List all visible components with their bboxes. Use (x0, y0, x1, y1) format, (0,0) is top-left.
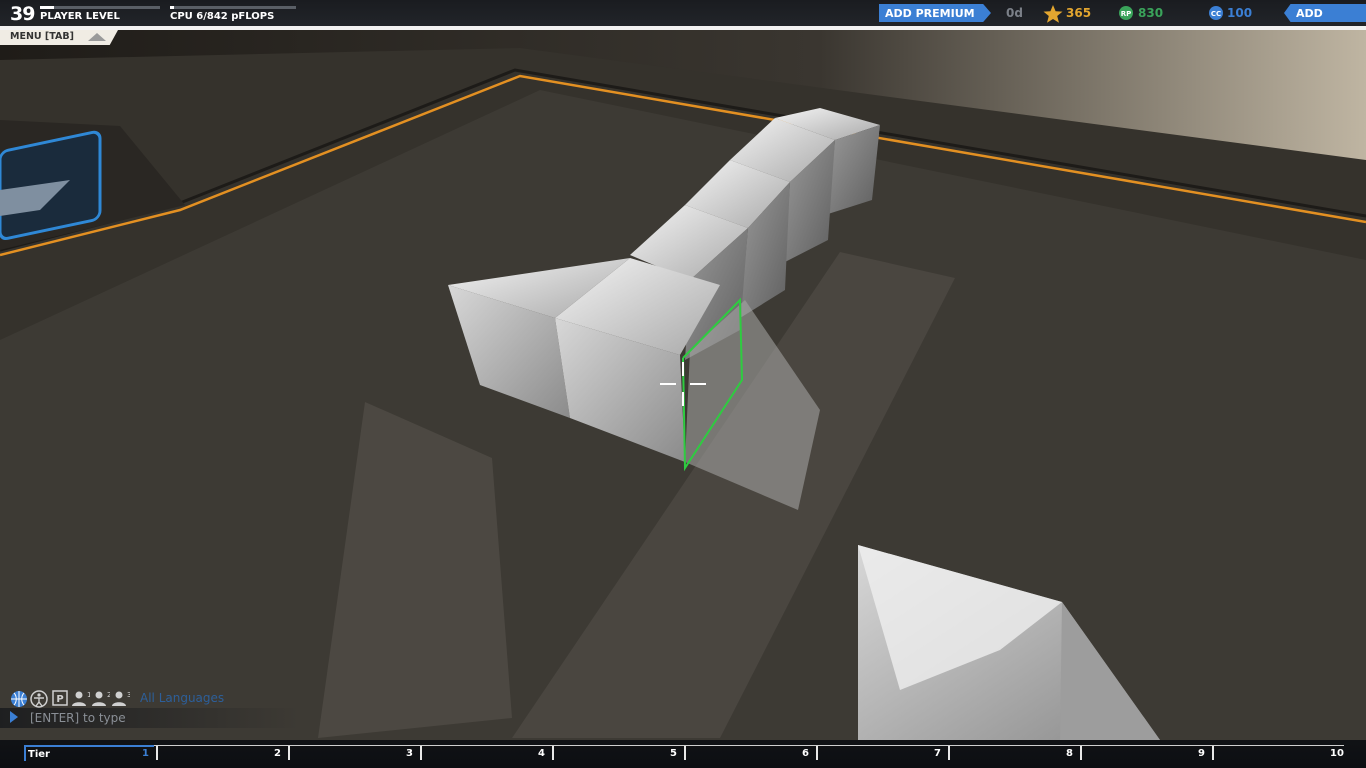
tier-number: 8 (1066, 748, 1073, 759)
chat-language-selector[interactable]: All Languages (140, 691, 224, 705)
chat-input[interactable]: [ENTER] to type (30, 711, 126, 725)
tier-segment[interactable] (684, 746, 814, 760)
premium-time: 0d (1006, 6, 1023, 20)
star-icon (1043, 5, 1063, 23)
tier-segment[interactable] (1212, 746, 1342, 760)
party-3-icon[interactable]: 3 (112, 690, 131, 710)
star-value: 365 (1066, 6, 1092, 20)
svg-text:P: P (56, 694, 63, 705)
cpu-usage-bar (170, 6, 296, 9)
cosmetic-credits-value: 100 (1227, 6, 1253, 20)
currency-cosmetic-credits: CC 100 (1208, 5, 1268, 23)
cpu-label: CPU 6/842 pFLOPS (170, 11, 275, 22)
tier-number: 6 (802, 748, 809, 759)
tier-number: 2 (274, 748, 281, 759)
robit-points-icon: RP (1119, 6, 1133, 20)
tier-segment[interactable] (1080, 746, 1210, 760)
tier-segment[interactable] (288, 746, 418, 760)
add-premium-button[interactable]: ADD PREMIUM (879, 4, 991, 22)
tier-number: 10 (1330, 748, 1344, 759)
tier-segment[interactable] (24, 745, 154, 761)
tier-segment[interactable] (420, 746, 550, 760)
svg-text:2: 2 (107, 691, 110, 699)
svg-text:1: 1 (87, 691, 90, 699)
svg-text:RP: RP (1121, 10, 1132, 18)
party-2-icon[interactable]: 2 (92, 690, 111, 710)
crosshair-icon (660, 362, 706, 406)
robit-points-value: 830 (1138, 6, 1164, 20)
tier-number: 5 (670, 748, 677, 759)
tier-segment[interactable] (948, 746, 1078, 760)
player-level-label: PLAYER LEVEL (40, 11, 120, 22)
menu-tab-label: MENU [TAB] (10, 31, 74, 42)
tier-number: 4 (538, 748, 545, 759)
currency-stars: 365 (1043, 5, 1103, 23)
tier-number: 3 (406, 748, 413, 759)
tier-segment[interactable] (156, 746, 286, 760)
tier-number: 7 (934, 748, 941, 759)
tier-segment[interactable] (552, 746, 682, 760)
p-icon[interactable]: P (52, 690, 68, 710)
party-1-icon[interactable]: 1 (72, 690, 91, 710)
tier-segment[interactable] (816, 746, 946, 760)
svg-text:3: 3 (127, 691, 130, 699)
chat-send-arrow-icon (10, 711, 18, 723)
top-hud-divider (0, 26, 1366, 30)
tier-number: 1 (142, 748, 149, 759)
add-premium-label: ADD PREMIUM (885, 7, 975, 20)
cosmetic-credits-icon: CC (1209, 6, 1223, 20)
svg-text:CC: CC (1211, 10, 1221, 18)
currency-robit-points: RP 830 (1118, 5, 1178, 23)
menu-tab-button[interactable]: MENU [TAB] (0, 30, 118, 45)
tier-number: 9 (1198, 748, 1205, 759)
menu-arrow-icon (88, 33, 106, 41)
player-level-number: 39 (10, 3, 35, 25)
player-level-progress (40, 6, 160, 9)
add-funds-button[interactable]: ADD FUNDS (1284, 4, 1366, 22)
